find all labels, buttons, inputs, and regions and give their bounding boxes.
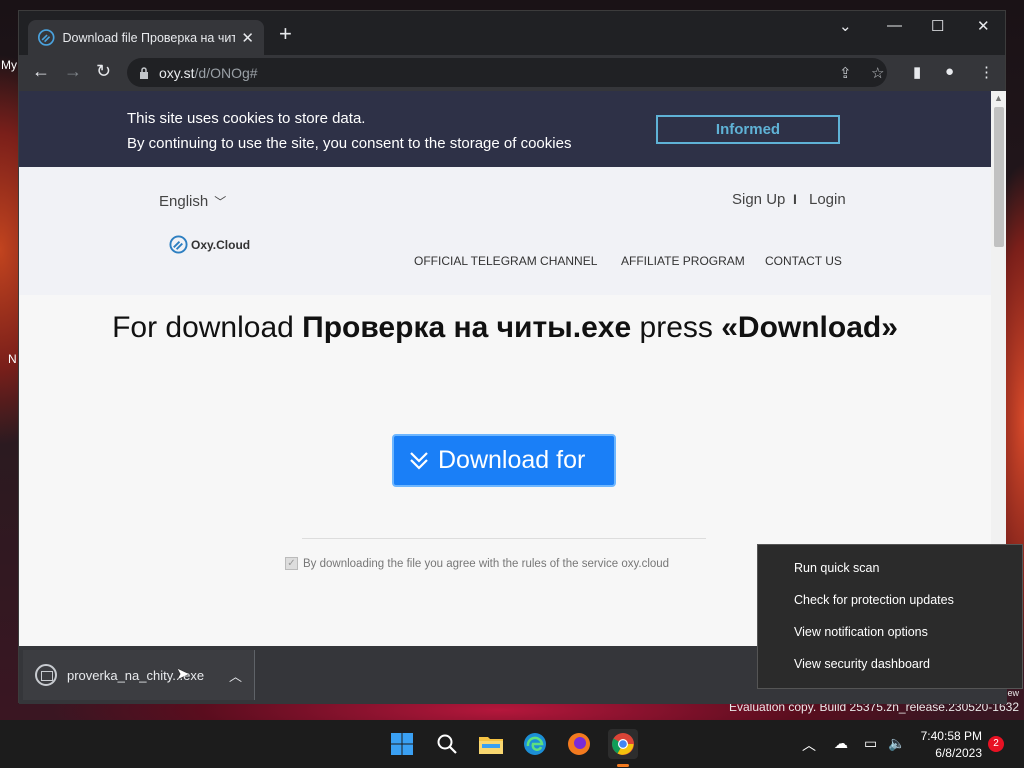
clock-date: 6/8/2023 [935,746,982,760]
nav-contact-us[interactable]: CONTACT US [765,254,842,268]
bookmark-star-icon[interactable]: ☆ [871,64,884,82]
logo-text: Oxy.Cloud [191,237,251,252]
chevron-up-icon[interactable]: ︿ [229,666,242,685]
menu-item-quick-scan[interactable]: Run quick scan [794,561,879,575]
profile-icon[interactable]: ● [945,63,954,80]
system-clock[interactable]: 7:40:58 PM 6/8/2023 [921,728,982,762]
url-text[interactable]: oxy.st/d/ONOg# [159,65,258,81]
volume-icon[interactable]: 🔈 [888,735,905,752]
download-button[interactable]: Download for [392,434,616,487]
divider [302,538,706,539]
windows-start-icon[interactable] [387,729,417,759]
notification-badge[interactable]: 2 [988,736,1004,752]
firefox-logo-icon [568,733,590,755]
cookie-banner: This site uses cookies to store data. By… [19,91,991,167]
download-item[interactable]: proverka_na_chity...exe ︿ [23,650,255,700]
back-button[interactable]: ← [32,61,50,82]
mouse-cursor-icon: ➤ [176,666,190,683]
network-icon[interactable]: ▭ [864,735,877,752]
file-type-icon [35,664,57,686]
maximize-button[interactable]: ☐ [931,17,944,35]
url-host: oxy.st [159,64,195,81]
scroll-up-arrow-icon[interactable]: ▲ [994,93,1003,103]
agreement-row: ✓ By downloading the file you agree with… [285,557,669,570]
language-selector[interactable]: English ﹀ [159,193,226,210]
menu-item-notification-options[interactable]: View notification options [794,625,928,639]
oxy-cloud-logo-icon [169,235,188,254]
chrome-taskbar-icon[interactable] [608,729,638,759]
firefox-icon[interactable] [564,729,594,759]
desktop-icon-label[interactable]: My [1,58,17,72]
tab-title: Download file Проверка на читы. [62,30,236,45]
double-chevron-down-icon [410,451,428,470]
edge-logo-icon [524,733,546,755]
language-label: English [159,193,209,210]
taskbar: ︿ ☁ ▭ 🔈 7:40:58 PM 6/8/2023 2 [0,720,1024,768]
site-logo[interactable]: Oxy.Cloud [169,235,250,254]
sign-up-link[interactable]: Sign Up [732,191,785,208]
nav-telegram-channel[interactable]: OFFICIAL TELEGRAM CHANNEL [414,254,597,268]
chevron-down-icon: ﹀ [214,195,227,209]
title-filename: Проверка на читы.exe [302,311,632,344]
cookie-line-1: This site uses cookies to store data. [127,110,366,127]
active-app-indicator [617,764,629,767]
desktop-icon-label[interactable]: N [8,352,17,366]
informed-button[interactable]: Informed [656,115,840,144]
search-icon[interactable] [432,729,462,759]
onedrive-icon[interactable]: ☁ [834,735,848,752]
menu-item-security-dashboard[interactable]: View security dashboard [794,657,930,671]
title-middle: press [631,311,722,344]
url-path: /d/ONOg# [194,64,258,81]
login-link[interactable]: Login [809,191,846,208]
chrome-logo-icon [612,733,634,755]
reload-button[interactable]: ↻ [96,61,111,82]
chrome-menu-icon[interactable]: ⋮ [979,63,994,81]
menu-item-protection-updates[interactable]: Check for protection updates [794,593,954,607]
tab-search-icon[interactable]: ⌄ [839,17,852,35]
chevron-up-tray-icon[interactable]: ︿ [802,735,816,755]
edge-icon[interactable] [520,729,550,759]
close-window-button[interactable]: ✕ [977,17,990,35]
magnifier-icon [437,734,457,754]
file-explorer-icon[interactable] [476,729,506,759]
tab-active[interactable]: Download file Проверка на читы. ✕ [28,20,264,55]
title-prefix: For download [112,311,303,344]
tab-close-icon[interactable]: ✕ [241,29,254,47]
clock-time: 7:40:58 PM [920,729,982,743]
title-action: «Download» [721,311,898,344]
site-header: English ﹀ Sign Up I Login Oxy.Cloud OFFIC… [19,167,991,295]
forward-button[interactable]: → [64,61,82,82]
folder-icon [479,737,503,754]
lock-icon[interactable] [139,66,149,79]
tab-strip: Download file Проверка на читы. ✕ + ⌄ — … [19,11,1005,55]
nav-affiliate-program[interactable]: AFFILIATE PROGRAM [621,254,745,268]
browser-toolbar: ← → ↻ oxy.st/d/ONOg# ⇪ ☆ ▮ ● ⋮ [19,55,1005,91]
page-title: For download Проверка на читы.exe press … [19,311,991,345]
oxy-cloud-favicon-icon [38,29,55,46]
evaluation-watermark-fragment: ew [1007,688,1019,698]
agree-checkbox[interactable]: ✓ [285,557,298,570]
address-bar[interactable]: oxy.st/d/ONOg# ⇪ ☆ [127,58,887,87]
cookie-message: This site uses cookies to store data. By… [127,106,571,156]
header-separator: I [793,191,797,207]
cookie-line-2: By continuing to use the site, you conse… [127,135,572,152]
scroll-thumb[interactable] [994,107,1004,247]
security-context-menu: Run quick scan Check for protection upda… [757,544,1023,689]
windows-logo-icon [391,733,413,755]
side-panel-icon[interactable]: ▮ [913,63,921,81]
share-icon[interactable]: ⇪ [839,64,852,82]
new-tab-button[interactable]: + [279,23,292,45]
download-button-label: Download for [438,446,586,474]
agree-text: By downloading the file you agree with t… [303,557,670,570]
minimize-button[interactable]: — [887,17,902,34]
